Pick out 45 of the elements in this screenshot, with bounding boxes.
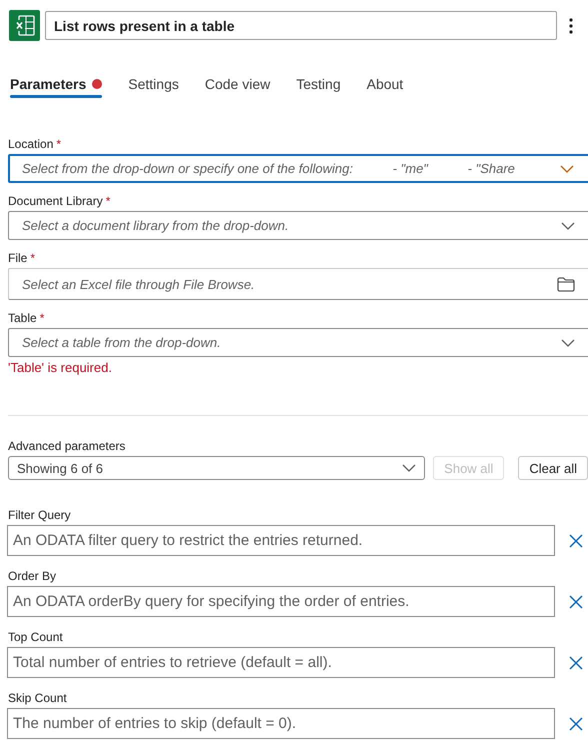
text-input[interactable]: Select an Excel file through File Browse. bbox=[22, 276, 549, 292]
required-mark: * bbox=[56, 137, 62, 151]
field-label: Top Count bbox=[8, 629, 64, 645]
field-label: Order By bbox=[8, 568, 58, 584]
tab[interactable]: About bbox=[366, 76, 404, 98]
dropdown-field[interactable]: Select from the drop-down or specify one of the following: - "me" - "Share bbox=[8, 154, 588, 183]
error-message: 'Table' is required. bbox=[8, 360, 113, 376]
spreadsheet-logo-icon bbox=[9, 10, 40, 41]
chevron-down-icon bbox=[560, 164, 574, 172]
text-field[interactable]: An ODATA orderBy query for specifying the order of entries. bbox=[7, 586, 555, 617]
field-label: Table bbox=[8, 311, 37, 325]
field-label: Location bbox=[8, 137, 54, 151]
tab[interactable]: Settings bbox=[128, 76, 179, 98]
text-field[interactable]: The number of entries to skip (default = 0). bbox=[7, 708, 555, 739]
field-label: File bbox=[8, 251, 28, 265]
text-field[interactable]: An ODATA filter query to restrict the entries returned. bbox=[7, 525, 555, 556]
dropdown-field[interactable]: Select a table from the drop-down. bbox=[8, 328, 588, 357]
text-input[interactable]: Select a table from the drop-down. bbox=[22, 335, 553, 350]
field-label: Filter Query bbox=[8, 507, 72, 523]
tab[interactable]: Parameters bbox=[10, 76, 102, 98]
close-icon[interactable] bbox=[569, 716, 583, 730]
text-input[interactable]: Select a document library from the drop-down. bbox=[22, 218, 553, 233]
action-button[interactable]: Clear all bbox=[518, 456, 588, 480]
field-label: Skip Count bbox=[8, 690, 68, 706]
field-label: Document Library bbox=[8, 194, 103, 208]
required-mark: * bbox=[40, 311, 44, 325]
title-field[interactable]: List rows present in a table bbox=[45, 11, 557, 40]
tab[interactable]: Code view bbox=[204, 76, 270, 98]
required-mark: * bbox=[106, 194, 110, 208]
close-icon[interactable] bbox=[569, 594, 583, 608]
more-options-icon[interactable] bbox=[569, 18, 573, 34]
folder-icon[interactable] bbox=[557, 276, 575, 292]
close-icon[interactable] bbox=[569, 534, 583, 548]
text-field[interactable]: Total number of entries to retrieve (default = all). bbox=[7, 647, 555, 678]
section-label: Advanced parameters bbox=[8, 438, 126, 454]
chevron-down-icon bbox=[561, 338, 575, 346]
parameter-selector[interactable]: Showing 6 of 6 bbox=[8, 456, 426, 480]
required-mark: * bbox=[30, 251, 36, 265]
text-input[interactable]: Select from the drop-down or specify one of the following: - "me" - "Share bbox=[22, 161, 552, 176]
close-icon[interactable] bbox=[569, 656, 583, 670]
file-picker-field[interactable]: Select an Excel file through File Browse. bbox=[8, 268, 588, 300]
tab[interactable]: Testing bbox=[296, 76, 341, 98]
chevron-down-icon bbox=[561, 222, 575, 230]
chevron-down-icon bbox=[402, 464, 416, 472]
dropdown-field[interactable]: Select a document library from the drop-down. bbox=[8, 211, 588, 240]
